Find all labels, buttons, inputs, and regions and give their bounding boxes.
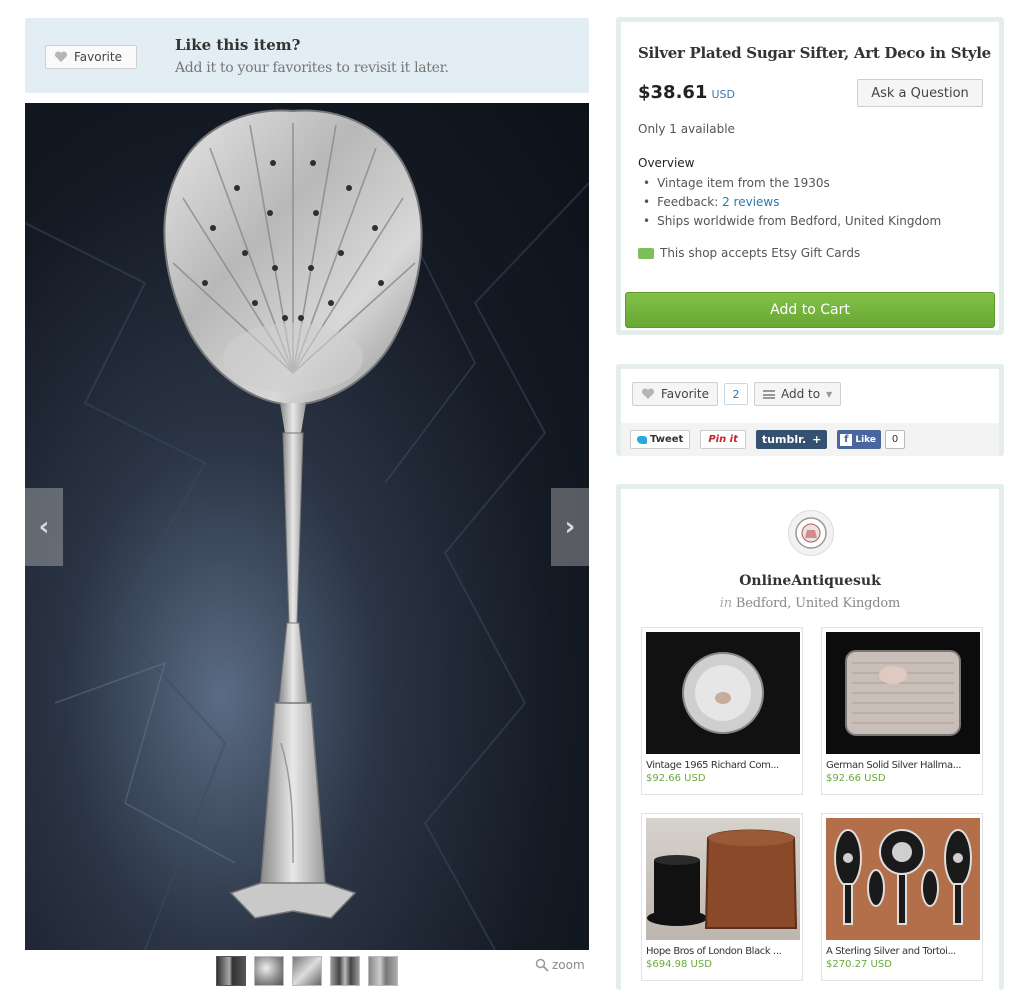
feedback-prefix: Feedback: [657, 195, 723, 209]
shop-location-prefix: in [719, 596, 732, 611]
overview-item: Vintage item from the 1930s [643, 174, 941, 193]
gift-card-icon [638, 247, 654, 259]
magnifier-icon [535, 958, 549, 972]
list-icon [762, 389, 775, 399]
caret-down-icon: ▼ [826, 389, 833, 399]
listing-price: $38.61 USD [638, 82, 735, 103]
thumbnail-strip [216, 956, 398, 986]
shop-name[interactable]: OnlineAntiquesuk [621, 573, 999, 589]
thumbnail[interactable] [216, 956, 246, 986]
twitter-bird-icon [637, 435, 647, 444]
vanity-set-image [834, 829, 972, 925]
add-to-cart-button[interactable]: Add to Cart [625, 292, 995, 328]
thumbnail[interactable] [254, 956, 284, 986]
share-row: Tweet Pin it tumblr. + f Like 0 [621, 423, 999, 456]
silver-dish-image [682, 652, 764, 734]
thumbnail[interactable] [330, 956, 360, 986]
listing-info-panel: Silver Plated Sugar Sifter, Art Deco in … [616, 17, 1004, 335]
price-currency: USD [711, 88, 735, 101]
favorite-button[interactable]: Favorite [45, 45, 137, 69]
shop-logo-icon [795, 517, 827, 549]
shop-item-price: $694.98 USD [646, 959, 712, 970]
prev-image-button[interactable]: ‹ [25, 488, 63, 566]
shop-item-image [646, 632, 800, 754]
shop-item-image [826, 632, 980, 754]
overview-heading: Overview [638, 156, 695, 170]
tweet-label: Tweet [650, 434, 684, 445]
giftcard-notice: This shop accepts Etsy Gift Cards [638, 246, 860, 260]
next-image-button[interactable]: › [551, 488, 589, 566]
favorite-count[interactable]: 2 [723, 383, 748, 405]
chevron-left-icon: ‹ [38, 512, 50, 542]
shop-item-image [646, 818, 800, 940]
shop-item-card[interactable]: Hope Bros of London Black ... $694.98 US… [641, 813, 803, 981]
favorite-banner-title: Like this item? [175, 36, 301, 54]
shop-item-price: $92.66 USD [646, 773, 706, 784]
shop-item-card[interactable]: German Solid Silver Hallma... $92.66 USD [821, 627, 983, 795]
favorite-actions-row: Favorite 2 Add to ▼ [632, 382, 842, 406]
cigarette-case-image [845, 650, 961, 736]
zoom-label: zoom [552, 958, 585, 972]
favorite-item-button[interactable]: Favorite [632, 382, 718, 406]
shop-item-title: Vintage 1965 Richard Com... [646, 760, 779, 771]
overview-list: Vintage item from the 1930s Feedback: 2 … [643, 174, 941, 231]
tumblr-button[interactable]: tumblr. + [755, 430, 828, 449]
facebook-like-count: 0 [885, 430, 906, 449]
spoon-image [25, 109, 589, 950]
feedback-reviews-link[interactable]: 2 reviews [722, 195, 779, 209]
shop-avatar[interactable] [788, 510, 834, 556]
shop-item-card[interactable]: Vintage 1965 Richard Com... $92.66 USD [641, 627, 803, 795]
favorite-banner-subtitle: Add it to your favorites to revisit it l… [175, 60, 449, 76]
social-panel: Favorite 2 Add to ▼ Tweet Pin it tumblr.… [616, 364, 1004, 456]
chevron-right-icon: › [564, 512, 576, 542]
thumbnail[interactable] [292, 956, 322, 986]
plus-icon: + [812, 433, 822, 446]
overview-item: Ships worldwide from Bedford, United Kin… [643, 212, 941, 231]
shop-panel: OnlineAntiquesuk in Bedford, United King… [616, 484, 1004, 990]
listing-title: Silver Plated Sugar Sifter, Art Deco in … [638, 44, 991, 62]
tumblr-label: tumblr. [761, 433, 807, 446]
heart-icon [641, 388, 655, 399]
shop-item-price: $92.66 USD [826, 773, 886, 784]
shop-item-title: German Solid Silver Hallma... [826, 760, 962, 771]
giftcard-text: This shop accepts Etsy Gift Cards [660, 246, 861, 260]
add-to-label: Add to [780, 387, 821, 401]
price-value: $38.61 [638, 82, 708, 103]
favorite-button-label: Favorite [74, 50, 122, 64]
facebook-like-button[interactable]: f Like [837, 430, 882, 449]
zoom-button[interactable]: zoom [535, 958, 585, 972]
facebook-icon: f [840, 433, 853, 446]
shop-item-price: $270.27 USD [826, 959, 892, 970]
thumbnail[interactable] [368, 956, 398, 986]
shop-item-title: A Sterling Silver and Tortoi... [826, 946, 956, 957]
add-to-list-button[interactable]: Add to ▼ [753, 382, 842, 406]
shop-item-title: Hope Bros of London Black ... [646, 946, 782, 957]
favorite-banner: Favorite Like this item? Add it to your … [25, 18, 589, 93]
shop-location: in Bedford, United Kingdom [621, 596, 999, 611]
favorite-item-label: Favorite [661, 387, 709, 401]
ask-question-button[interactable]: Ask a Question [857, 79, 983, 107]
tweet-button[interactable]: Tweet [630, 430, 691, 449]
facebook-like-label: Like [855, 434, 877, 445]
top-hat-image [647, 829, 798, 929]
listing-photo[interactable]: ‹ › [25, 103, 589, 950]
shop-item-card[interactable]: A Sterling Silver and Tortoi... $270.27 … [821, 813, 983, 981]
pin-it-button[interactable]: Pin it [700, 430, 746, 449]
heart-icon [54, 51, 68, 62]
shop-item-image [826, 818, 980, 940]
overview-item-feedback: Feedback: 2 reviews [643, 193, 941, 212]
availability-text: Only 1 available [638, 122, 735, 136]
shop-location-value: Bedford, United Kingdom [735, 596, 901, 611]
